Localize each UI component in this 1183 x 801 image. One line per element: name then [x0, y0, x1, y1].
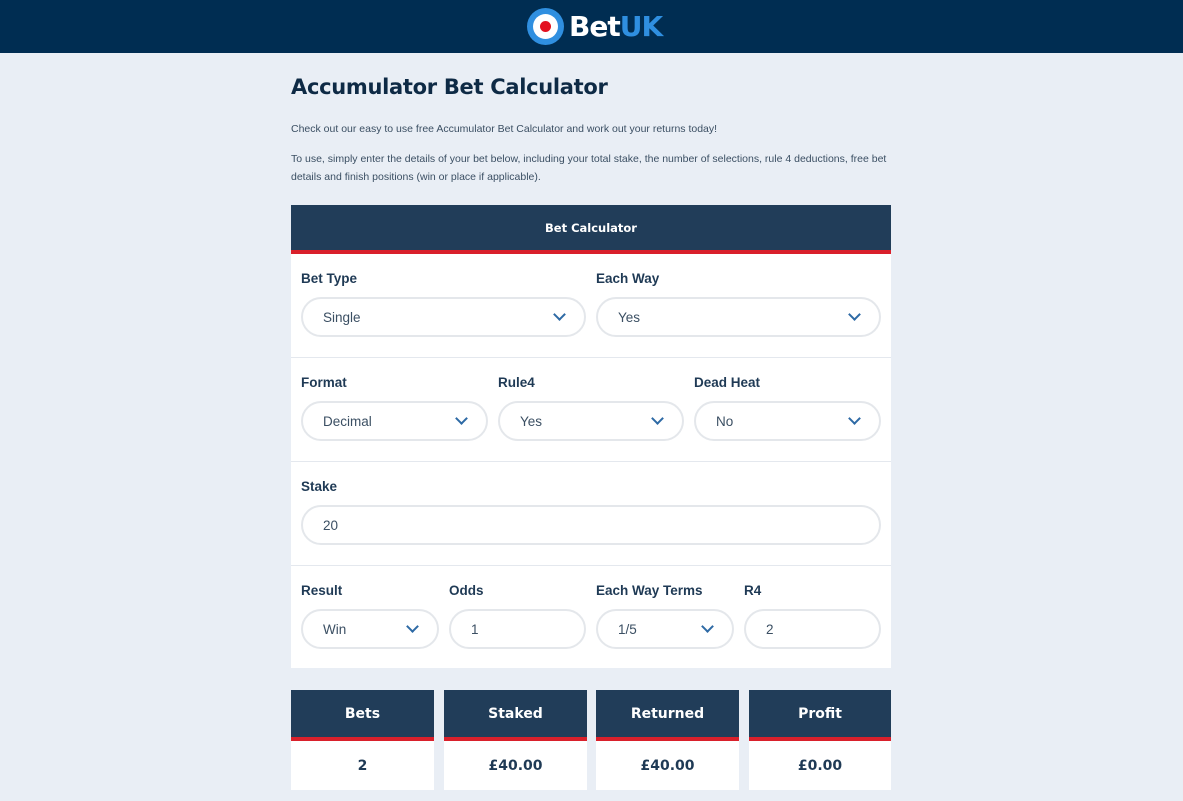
bet-calculator-panel: Bet Type Single Each Way Yes Format Deci…: [291, 254, 891, 668]
summary-returned-label: Returned: [596, 690, 739, 741]
summary-bets-label: Bets: [291, 690, 434, 741]
summary-profit-value: £0.00: [749, 741, 891, 790]
bet-type-value: Single: [323, 309, 361, 325]
top-header-bar: BetUK: [0, 0, 1183, 53]
summary-returned: Returned £40.00: [596, 690, 739, 790]
stake-value: 20: [323, 517, 339, 533]
summary-profit: Profit £0.00: [749, 690, 891, 790]
result-value: Win: [323, 621, 347, 637]
each-way-value: Yes: [618, 309, 641, 325]
summary-staked-label: Staked: [444, 690, 587, 741]
dead-heat-value: No: [716, 413, 734, 429]
format-value: Decimal: [323, 413, 372, 429]
chevron-down-icon: [848, 412, 861, 425]
brand-name-uk: UK: [619, 9, 663, 43]
intro-paragraph-2: To use, simply enter the details of your…: [291, 153, 887, 183]
stake-input[interactable]: 20: [301, 505, 881, 545]
stake-label: Stake: [301, 479, 338, 494]
summary-bets-value: 2: [291, 741, 434, 790]
brand-name-bet: Bet: [569, 9, 621, 43]
betuk-logo[interactable]: BetUK: [527, 5, 663, 47]
rule4-label: Rule4: [498, 375, 535, 390]
intro-paragraph-1: Check out our easy to use free Accumulat…: [291, 123, 718, 135]
r4-label: R4: [744, 583, 762, 598]
bullseye-logo-icon: [527, 7, 564, 45]
summary-bets: Bets 2: [291, 690, 434, 790]
summary-staked-value: £40.00: [444, 741, 587, 790]
summary-profit-label: Profit: [749, 690, 891, 741]
format-label: Format: [301, 375, 347, 390]
rule4-select[interactable]: Yes: [498, 401, 684, 441]
chevron-down-icon: [406, 620, 419, 633]
summary-returned-value: £40.00: [596, 741, 739, 790]
bet-type-select[interactable]: Single: [301, 297, 586, 337]
page-title: Accumulator Bet Calculator: [291, 75, 608, 99]
odds-input[interactable]: 1: [449, 609, 586, 649]
dead-heat-select[interactable]: No: [694, 401, 881, 441]
chevron-down-icon: [553, 308, 566, 321]
each-way-select[interactable]: Yes: [596, 297, 881, 337]
brand-name: BetUK: [569, 9, 663, 43]
r4-value: 2: [766, 621, 774, 637]
chevron-down-icon: [455, 412, 468, 425]
chevron-down-icon: [701, 620, 714, 633]
row-divider: [291, 357, 891, 358]
dead-heat-label: Dead Heat: [694, 375, 761, 390]
summary-staked: Staked £40.00: [444, 690, 587, 790]
bet-calculator-header: Bet Calculator: [291, 205, 891, 254]
each-way-terms-value: 1/5: [618, 621, 637, 637]
format-select[interactable]: Decimal: [301, 401, 488, 441]
each-way-label: Each Way: [596, 271, 660, 286]
each-way-terms-label: Each Way Terms: [596, 583, 703, 598]
rule4-value: Yes: [520, 413, 543, 429]
r4-input[interactable]: 2: [744, 609, 881, 649]
each-way-terms-select[interactable]: 1/5: [596, 609, 734, 649]
odds-value: 1: [471, 621, 479, 637]
result-select[interactable]: Win: [301, 609, 439, 649]
row-divider: [291, 461, 891, 462]
chevron-down-icon: [848, 308, 861, 321]
chevron-down-icon: [651, 412, 664, 425]
odds-label: Odds: [449, 583, 484, 598]
result-label: Result: [301, 583, 343, 598]
row-divider: [291, 565, 891, 566]
bet-type-label: Bet Type: [301, 271, 358, 286]
